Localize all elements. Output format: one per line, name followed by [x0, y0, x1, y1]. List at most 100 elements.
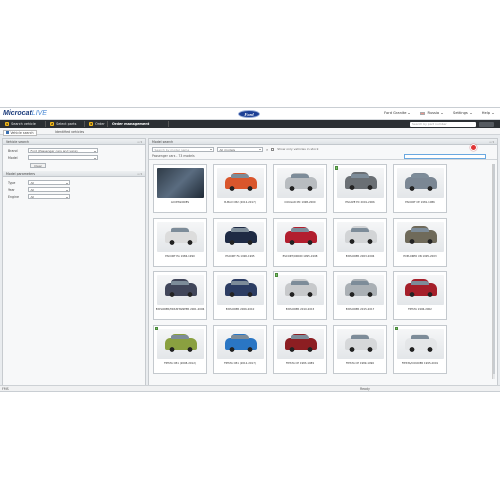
vehicle-thumbnail — [157, 275, 204, 305]
vehicle-thumbnail — [397, 168, 444, 198]
filter-select[interactable] — [28, 155, 98, 160]
document-tag-icon — [275, 273, 278, 277]
vehicle-label: EXPLORER 2006-2010 — [225, 308, 255, 311]
vehicle-card[interactable]: EXPLORER UN 1995-2003 — [393, 217, 447, 267]
in-stock-label: Show only vehicles in stock — [277, 147, 319, 151]
car-image — [225, 173, 257, 191]
workflow-tab[interactable]: 3 Order — [86, 121, 108, 127]
car-image — [405, 173, 437, 191]
vehicle-thumbnail — [337, 275, 384, 305]
panel-controls-icon[interactable]: ▫ ▾ — [138, 172, 143, 176]
sub-tab[interactable]: Identified vehicles — [55, 130, 84, 134]
workflow-tab[interactable]: 2 Select parts — [47, 121, 85, 127]
search-icon[interactable]: ⌕ — [266, 147, 268, 152]
vehicle-card[interactable]: EXPLORER 2010-2015 — [273, 271, 327, 320]
top-menu: Ford Granite Russia Settings Help — [384, 111, 494, 115]
part-search-input[interactable]: Search by part number — [410, 121, 476, 127]
chevron-down-icon — [408, 112, 411, 114]
vehicle-card[interactable]: EXPLORER 2006-2010 — [213, 271, 267, 320]
vehicle-label: B-MAX CB2 (2012-2017) — [224, 201, 256, 204]
vehicle-card[interactable]: B-MAX CB2 (2012-2017) — [213, 164, 267, 213]
vehicle-thumbnail — [217, 328, 264, 359]
model-filter-input[interactable] — [404, 154, 486, 159]
workflow-tabs-bar: Search by part number 1 Search vehicle 2 Se… — [0, 120, 500, 128]
car-image — [225, 333, 257, 352]
top-menu-item[interactable]: Settings — [453, 111, 472, 115]
vehicle-thumbnail — [157, 221, 204, 252]
filter-row: Brand Ford (Passenger cars and vans) — [3, 147, 145, 154]
vertical-scrollbar[interactable] — [492, 164, 496, 379]
top-menu-item[interactable]: Help — [482, 111, 494, 115]
status-bar: FMS Ready — [0, 385, 500, 391]
vehicle-card[interactable]: FIESTA 1996-2002 — [393, 271, 447, 320]
filter-label: Model — [8, 155, 18, 160]
filter-select[interactable]: Ford (Passenger cars and vans) — [28, 148, 98, 153]
vehicle-label: EXPLORER 2010-2015 — [285, 308, 315, 311]
vehicle-card[interactable]: FIESTA CE 1983-1989 — [273, 324, 327, 374]
filter-select[interactable]: All — [28, 187, 70, 192]
document-tag-icon — [155, 326, 158, 330]
search-button[interactable] — [479, 121, 494, 127]
vehicle-card[interactable]: ESCORT FA 1990-1995 — [213, 217, 267, 267]
panel-header: Vehicle search ▫ ▾ — [3, 139, 145, 145]
vehicle-card[interactable]: EXPLORER/MOUNTAINEER 2001-2006 — [153, 271, 207, 320]
russia-flag-icon — [420, 111, 426, 115]
chevron-down-icon — [93, 150, 96, 152]
vehicle-card[interactable]: FIESTA CB1 (2008-2012) — [153, 324, 207, 374]
vehicle-thumbnail — [157, 168, 204, 198]
panel-controls-icon[interactable]: ▫ ▾ — [490, 140, 495, 144]
car-image — [285, 226, 317, 245]
vehicle-thumbnail — [157, 328, 204, 359]
workflow-tab[interactable]: Order management — [109, 121, 169, 127]
top-menu-item[interactable]: Ford Granite — [384, 111, 411, 115]
car-image — [405, 333, 437, 352]
filter-label: Brand — [8, 148, 18, 153]
vehicle-card[interactable]: ESCAPE EC 2001-2006 — [333, 164, 387, 213]
model-parameters-header: Model parameters ▫ ▾ — [3, 171, 145, 177]
vehicle-card[interactable]: ACCESSORIES — [153, 164, 207, 213]
model-count-label: Passenger cars - 73 models — [152, 154, 195, 158]
vehicle-card[interactable]: EXPLORER 2015-2017 — [333, 271, 387, 320]
panel-header: Model search ▫ ▾ — [149, 139, 497, 145]
model-group-select[interactable]: All models — [217, 146, 263, 152]
vehicle-card[interactable]: EXPLORER 2003-2006 — [333, 217, 387, 267]
vehicle-card[interactable]: FIESTA CB1 (2012-2017) — [213, 324, 267, 374]
ford-logo: Ford — [238, 110, 260, 118]
vehicle-card[interactable]: COUGAR MC 1998-2000 — [273, 164, 327, 213]
filter-label: Year — [8, 187, 15, 192]
vehicle-thumbnail — [397, 275, 444, 305]
vehicle-card[interactable]: ESCORT CE 1981-1986 — [393, 164, 447, 213]
model-name-select[interactable]: Search by model name — [152, 146, 214, 152]
notification-dot[interactable] — [470, 144, 477, 151]
status-center: Ready — [360, 387, 370, 391]
panel-title: Vehicle search — [6, 140, 29, 144]
vehicle-thumbnail — [277, 275, 324, 305]
vehicle-label: FIESTA 1996-2002 — [408, 308, 432, 311]
filter-select[interactable]: All — [28, 180, 70, 185]
vehicle-card[interactable]: ESCORT EA 1986-1990 — [153, 217, 207, 267]
vehicle-label: ESCAPE EC 2001-2006 — [345, 201, 375, 204]
vehicle-thumbnail — [397, 328, 444, 359]
filter-row: Type All — [3, 179, 145, 186]
workflow-tab[interactable]: 1 Search vehicle — [2, 121, 46, 127]
vehicle-thumbnail — [337, 168, 384, 198]
in-stock-checkbox[interactable] — [271, 147, 275, 151]
vehicle-label: COUGAR MC 1998-2000 — [284, 201, 316, 204]
vehicle-card[interactable]: FIESTA CE 1989-1996 — [333, 324, 387, 374]
document-tag-icon — [395, 326, 398, 330]
vehicle-card[interactable]: ESCORT/ORION 1995-1998 — [273, 217, 327, 267]
sub-tab[interactable]: Vehicle search — [3, 129, 37, 136]
vehicle-card[interactable]: FIESTA/COURIER 1995-2001 — [393, 324, 447, 374]
filter-row: Year All — [3, 186, 145, 193]
chevron-down-icon — [93, 157, 96, 159]
vehicle-label: EXPLORER 2015-2017 — [345, 308, 375, 311]
vehicle-label: ACCESSORIES — [170, 201, 190, 204]
chevron-down-icon — [469, 112, 472, 114]
vehicle-thumbnail — [277, 168, 324, 198]
search-icon — [6, 131, 9, 134]
car-image — [285, 173, 317, 191]
filter-select[interactable]: All — [28, 194, 70, 199]
panel-controls-icon[interactable]: ▫ ▾ — [138, 140, 143, 144]
top-menu-item[interactable]: Russia — [420, 111, 444, 115]
vehicle-label: ESCORT FA 1990-1995 — [225, 254, 255, 258]
